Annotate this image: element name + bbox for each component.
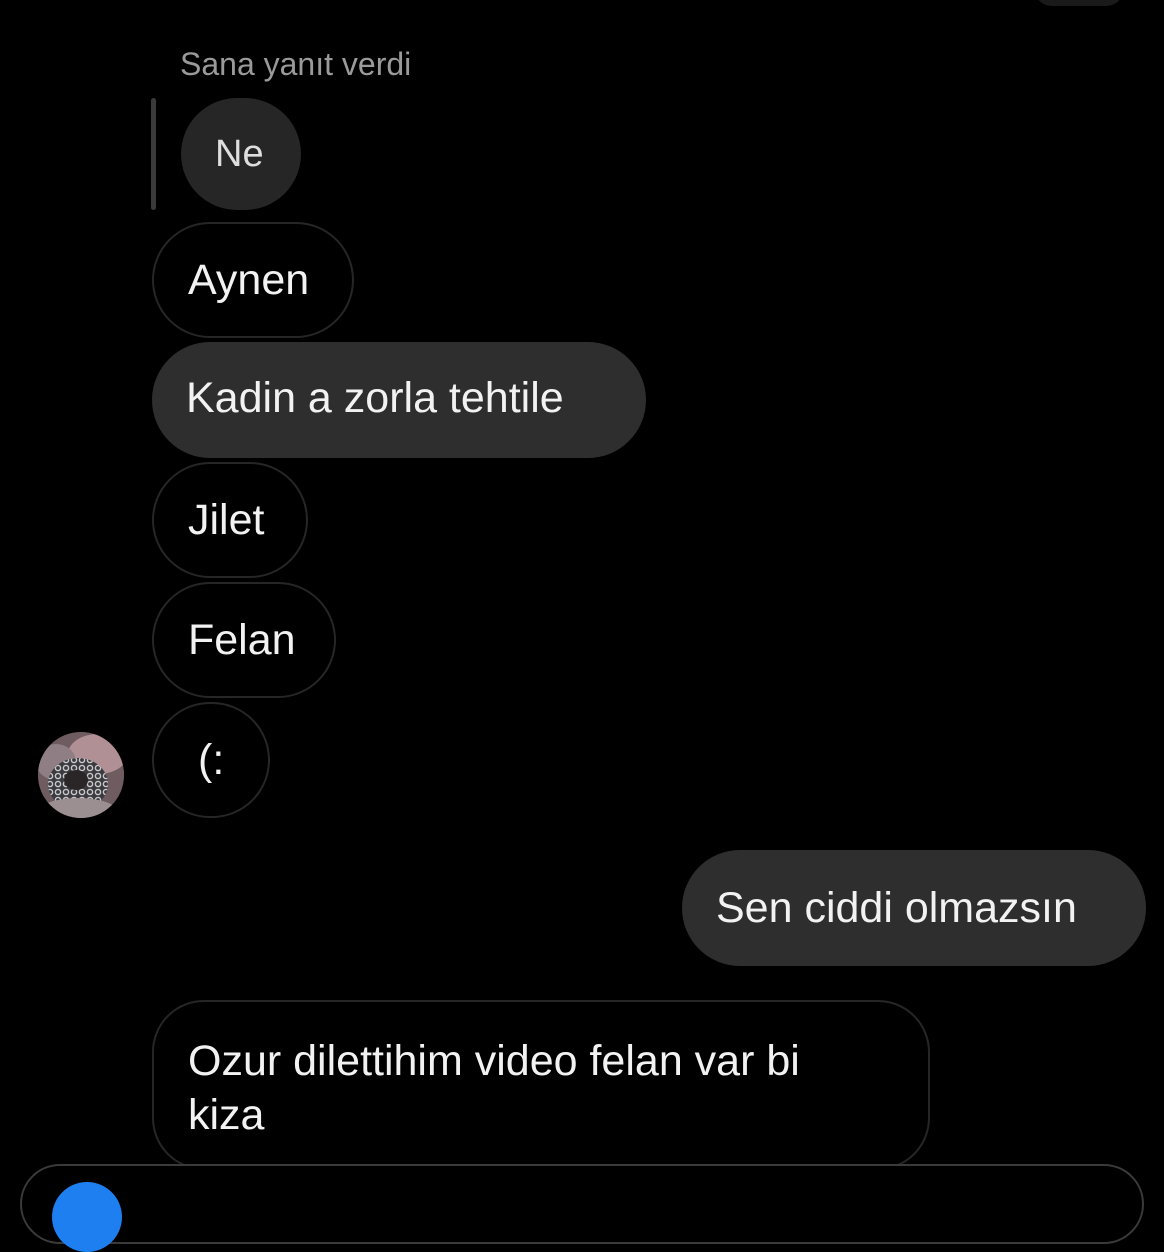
message-bubble-received[interactable]: Felan <box>152 582 336 698</box>
header-edge <box>1034 0 1124 6</box>
message-composer[interactable] <box>20 1164 1144 1244</box>
message-bubble-received[interactable]: Jilet <box>152 462 308 578</box>
contact-avatar[interactable] <box>38 732 124 818</box>
avatar-image <box>38 732 124 818</box>
reply-indicator-bar <box>151 98 156 210</box>
reply-context-label: Sana yanıt verdi <box>180 46 412 82</box>
camera-icon[interactable] <box>52 1182 122 1252</box>
message-bubble-received[interactable]: Aynen <box>152 222 354 338</box>
message-bubble-received[interactable]: (: <box>152 702 270 818</box>
quoted-message-bubble[interactable]: Ne <box>181 98 301 210</box>
message-bubble-received[interactable]: Ozur dilettihim video felan var bi kiza <box>152 1000 930 1170</box>
message-bubble-received[interactable]: Kadin a zorla tehtile <box>152 342 646 458</box>
message-bubble-sent[interactable]: Sen ciddi olmazsın <box>682 850 1146 966</box>
